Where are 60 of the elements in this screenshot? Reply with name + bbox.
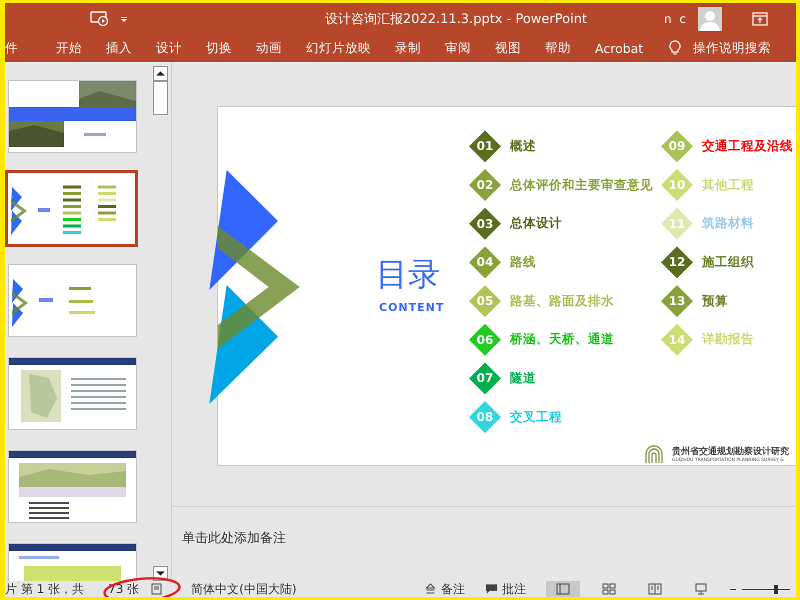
notes-field[interactable]: 单击此处添加备注	[172, 507, 796, 569]
scroll-thumb[interactable]	[153, 81, 168, 115]
contents-item: 交通工程及沿线	[702, 138, 793, 155]
reading-view-icon	[648, 583, 662, 595]
ribbon-tab[interactable]: 插入	[94, 40, 144, 56]
comments-button[interactable]: 批注	[485, 580, 526, 597]
notes-button[interactable]: 备注	[424, 580, 465, 597]
slide-thumbnail[interactable]	[8, 357, 137, 430]
avatar-icon[interactable]	[698, 6, 722, 30]
contents-item: 总体评价和主要审查意见	[510, 176, 653, 194]
present-icon[interactable]	[90, 10, 110, 26]
contents-item: 路基、路面及排水	[510, 292, 614, 310]
contents-item: 桥涵、天桥、通道	[510, 331, 614, 348]
window-title: 设计咨询汇报2022.11.3.pptx - PowerPoint	[324, 10, 588, 28]
tell-me-search[interactable]: 操作说明搜索	[681, 40, 784, 56]
slide-thumbnail[interactable]	[8, 264, 137, 337]
ribbon-tab[interactable]: 录制	[383, 40, 433, 56]
contents-item: 施工组织	[702, 254, 754, 271]
ribbon-display-icon[interactable]	[752, 12, 768, 26]
organization-name: 贵州省交通规划勘察设计研究	[672, 446, 789, 458]
slide-title: 目录	[376, 254, 440, 295]
ribbon-tab[interactable]: 切换	[194, 40, 244, 56]
slide-position: 片 第 1 张，共	[5, 580, 84, 597]
arch-logo-icon	[645, 445, 663, 463]
slide-thumbnail[interactable]	[8, 450, 137, 523]
scrollbar[interactable]	[153, 66, 168, 581]
ribbon-tab[interactable]: 审阅	[433, 40, 483, 56]
lightbulb-icon[interactable]	[669, 40, 682, 56]
contents-item: 交叉工程	[510, 408, 562, 426]
user-name: n c	[664, 12, 688, 26]
spellcheck-icon[interactable]	[151, 583, 164, 595]
contents-item: 概述	[510, 138, 536, 155]
comment-icon	[485, 583, 498, 595]
ribbon-tab[interactable]: 动画	[244, 40, 294, 56]
contents-item: 路线	[510, 254, 536, 271]
notes-icon	[424, 583, 437, 595]
ribbon-tab[interactable]: 帮助	[533, 40, 583, 56]
sorter-view-icon	[602, 583, 616, 595]
normal-view-icon	[556, 583, 570, 595]
contents-item: 隧道	[510, 370, 536, 387]
language-label[interactable]: 简体中文(中国大陆)	[191, 580, 297, 597]
ribbon-tab[interactable]: Acrobat	[583, 40, 656, 56]
slide-thumbnail[interactable]	[8, 80, 137, 153]
ribbon-tab[interactable]: 件	[5, 40, 30, 56]
slide-thumbnail[interactable]	[5, 170, 138, 247]
ribbon-tab[interactable]: 开始	[44, 40, 94, 56]
contents-item: 其他工程	[702, 176, 754, 194]
scroll-up-icon[interactable]	[153, 66, 168, 81]
ribbon-tab[interactable]: 视图	[483, 40, 533, 56]
ribbon-tab[interactable]: 设计	[144, 40, 194, 56]
contents-item: 筑路材料	[702, 215, 754, 232]
contents-item: 总体设计	[510, 215, 562, 232]
normal-view-button[interactable]	[546, 581, 580, 597]
slide-subtitle: CONTENT	[379, 301, 444, 314]
slideshow-view-icon	[694, 583, 708, 595]
caret-icon[interactable]	[120, 14, 128, 22]
zoom-slider-thumb[interactable]	[774, 584, 778, 594]
contents-item: 详勘报告	[702, 331, 754, 348]
contents-item: 预算	[702, 292, 728, 310]
ribbon-tab[interactable]: 幻灯片放映	[294, 40, 383, 56]
